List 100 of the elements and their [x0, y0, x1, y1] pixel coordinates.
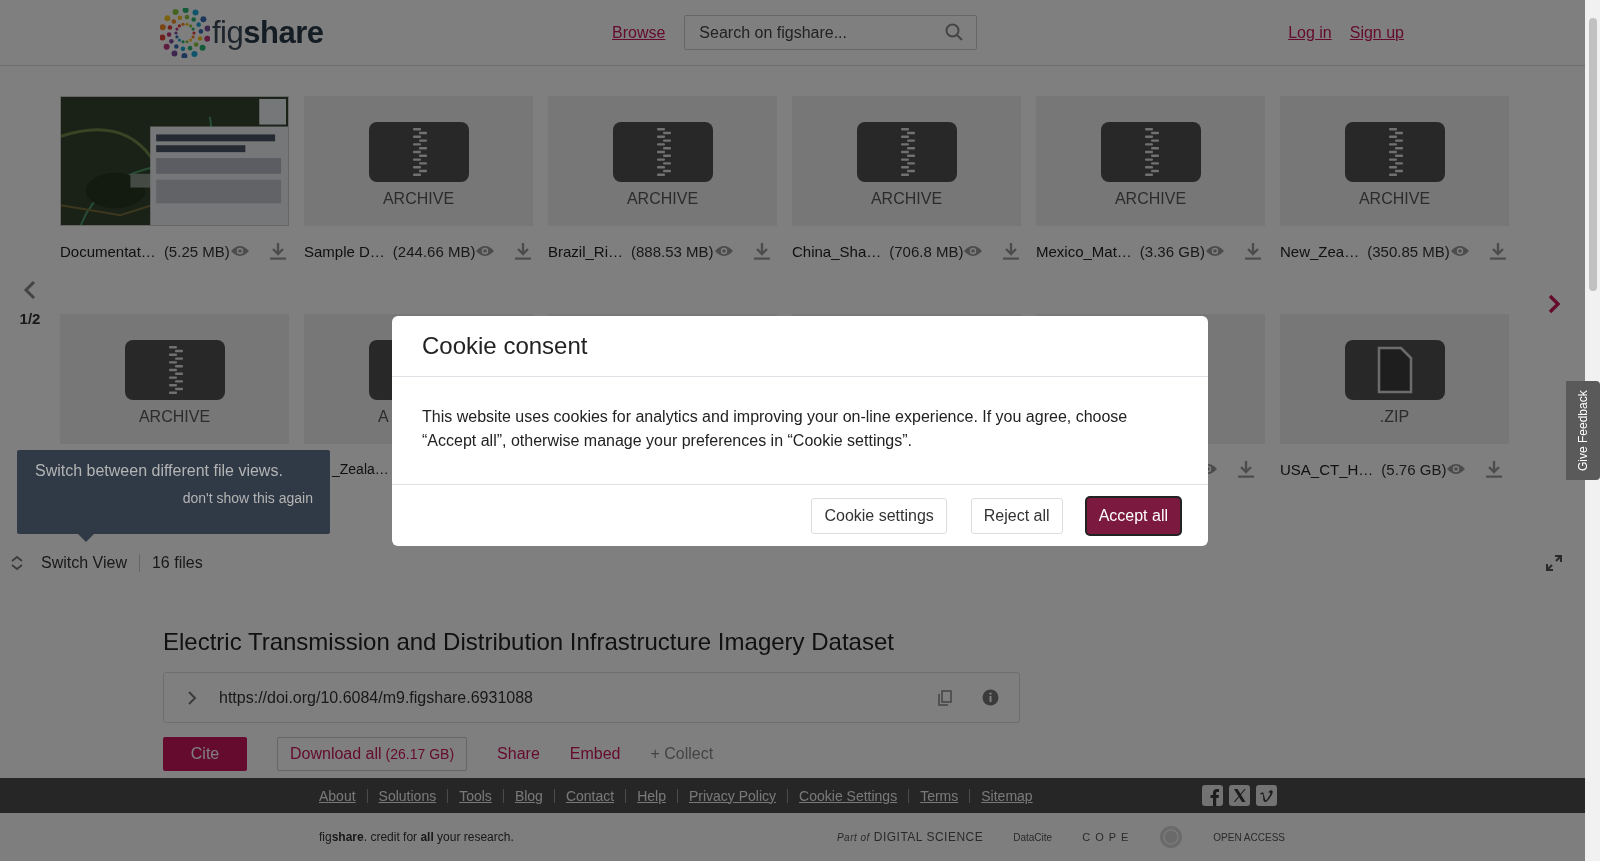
- facebook-icon[interactable]: [1202, 785, 1223, 806]
- file-tile[interactable]: .ZIP: [1280, 314, 1509, 444]
- footer-link[interactable]: Sitemap: [969, 788, 1044, 803]
- file-tile[interactable]: ARCHIVE: [304, 96, 533, 226]
- file-size: (244.66 MB): [392, 242, 476, 260]
- file-type-label: ARCHIVE: [1358, 190, 1431, 208]
- file-type-label: ARCHIVE: [870, 190, 943, 208]
- file-name[interactable]: Brazil_Ri…: [548, 242, 623, 260]
- download-icon[interactable]: [515, 242, 532, 260]
- browse-link[interactable]: Browse: [612, 23, 666, 42]
- dialog-text: This website uses cookies for analytics and improving your on-line experience. If you agree, choose “Accept all”, otherwise manage your preferences in “Cookie settings”.: [422, 407, 1129, 451]
- text-link[interactable]: + Collect: [650, 737, 714, 771]
- file-type-label: .ZIP: [1379, 408, 1410, 426]
- dismiss-link[interactable]: don't show this again: [182, 490, 313, 506]
- archive-icon: [1344, 122, 1445, 182]
- archive-icon: [612, 122, 713, 182]
- file-tile[interactable]: ARCHIVE: [1036, 96, 1265, 226]
- document-icon: [1344, 340, 1445, 400]
- preview-eye-icon[interactable]: [475, 244, 496, 258]
- fullscreen-icon[interactable]: [1546, 555, 1562, 571]
- chevron-right-icon[interactable]: [1547, 293, 1561, 314]
- footer-link[interactable]: Tools: [447, 788, 503, 803]
- search-icon[interactable]: [945, 23, 964, 41]
- download-icon[interactable]: [1486, 460, 1503, 478]
- download-icon[interactable]: [269, 242, 286, 260]
- partner-logo[interactable]: Part of DIGITAL SCIENCE: [836, 830, 984, 844]
- footer-link[interactable]: Help: [625, 788, 677, 803]
- file-size: (3.36 GB): [1139, 242, 1205, 260]
- info-icon[interactable]: [982, 689, 999, 706]
- preview-eye-icon[interactable]: [1446, 462, 1467, 476]
- preview-eye-icon[interactable]: [963, 244, 984, 258]
- file-name[interactable]: _Zeala…: [332, 461, 389, 477]
- file-size: (350.85 MB): [1367, 242, 1450, 260]
- file-size: (5.76 GB): [1381, 460, 1447, 478]
- preview-eye-icon[interactable]: [1449, 244, 1470, 258]
- preview-eye-icon[interactable]: [229, 244, 250, 258]
- file-size: (5.25 MB): [163, 242, 230, 260]
- download-icon[interactable]: [1489, 242, 1506, 260]
- download-icon[interactable]: [1003, 242, 1020, 260]
- file-tile[interactable]: ARCHIVE: [1280, 96, 1509, 226]
- file-name[interactable]: Mexico_Mat…: [1036, 242, 1132, 260]
- file-tile[interactable]: ARCHIVE: [792, 96, 1021, 226]
- dialog-title: Cookie consent: [422, 332, 588, 360]
- switch-icon[interactable]: [10, 555, 24, 571]
- auth-link[interactable]: Sign up: [1349, 23, 1404, 42]
- archive-icon: [368, 122, 469, 182]
- preview-eye-icon[interactable]: [713, 244, 734, 258]
- partner-logo[interactable]: C O P E: [1082, 831, 1130, 843]
- chevron-right-icon[interactable]: [187, 689, 197, 706]
- chevron-left-icon[interactable]: [23, 280, 37, 300]
- tagline: figshare. credit for all your research.: [319, 830, 514, 844]
- partner-logo[interactable]: OPEN ACCESS: [1213, 831, 1285, 843]
- dialog-button[interactable]: Reject all: [970, 497, 1063, 534]
- file-name[interactable]: USA_CT_H…: [1280, 460, 1374, 478]
- footer-link[interactable]: About: [319, 788, 367, 803]
- download-icon[interactable]: [1244, 242, 1261, 260]
- search-field[interactable]: Search on figshare...: [684, 15, 978, 50]
- switch-view-button[interactable]: Switch View: [24, 554, 140, 572]
- partner-logo[interactable]: DataCite: [1013, 831, 1053, 843]
- file-size: (888.53 MB): [631, 242, 714, 260]
- download-all-button[interactable]: Download all (26.17 GB): [277, 737, 468, 771]
- dataset-title: Electric Transmission and Distribution Infrastructure Imagery Dataset: [163, 627, 895, 657]
- feedback-tab[interactable]: Give Feedback: [1566, 381, 1600, 480]
- auth-link[interactable]: Log in: [1288, 23, 1332, 42]
- preview-eye-icon[interactable]: [1204, 244, 1225, 258]
- file-tile[interactable]: ARCHIVE: [60, 314, 289, 444]
- file-type-label: ARCHIVE: [626, 190, 699, 208]
- download-icon[interactable]: [753, 242, 770, 260]
- footer-link[interactable]: Contact: [553, 788, 626, 803]
- text-link[interactable]: Share: [497, 737, 540, 771]
- cite-button[interactable]: Cite: [163, 737, 247, 771]
- x-logo-icon[interactable]: [1229, 785, 1250, 806]
- footer-link[interactable]: Solutions: [366, 788, 448, 803]
- file-type-label: ARCHIVE: [1114, 190, 1187, 208]
- footer-link[interactable]: Terms: [908, 788, 970, 803]
- archive-icon: [856, 122, 957, 182]
- logo-text[interactable]: figshare: [212, 14, 324, 51]
- file-name[interactable]: New_Zea…: [1280, 242, 1360, 260]
- footer-link[interactable]: Cookie Settings: [787, 788, 909, 803]
- logo-icon: [160, 7, 210, 58]
- footer-link[interactable]: Blog: [502, 788, 554, 803]
- file-tile[interactable]: ARCHIVE: [548, 96, 777, 226]
- dialog-button[interactable]: Cookie settings: [811, 497, 947, 534]
- copy-icon[interactable]: [938, 689, 952, 706]
- file-type-label: A: [378, 408, 389, 426]
- download-icon[interactable]: [1238, 460, 1254, 478]
- file-name[interactable]: Sample D…: [304, 242, 385, 260]
- dialog-button[interactable]: Accept all: [1086, 497, 1180, 534]
- file-name[interactable]: Documentat…: [60, 242, 156, 260]
- doi-link[interactable]: https://doi.org/10.6084/m9.figshare.6931088: [219, 688, 938, 707]
- vimeo-icon[interactable]: [1256, 785, 1277, 806]
- archive-icon: [1100, 122, 1201, 182]
- text-link[interactable]: Embed: [569, 737, 621, 771]
- tooltip-text: Switch between different file views.: [35, 461, 284, 481]
- footer-link[interactable]: Privacy Policy: [676, 788, 788, 803]
- file-name[interactable]: China_Sha…: [792, 242, 882, 260]
- file-size: (706.8 MB): [889, 242, 964, 260]
- file-type-label: ARCHIVE: [138, 408, 211, 426]
- file-count: 16 files: [151, 554, 203, 572]
- page-indicator: 1/2: [19, 310, 41, 327]
